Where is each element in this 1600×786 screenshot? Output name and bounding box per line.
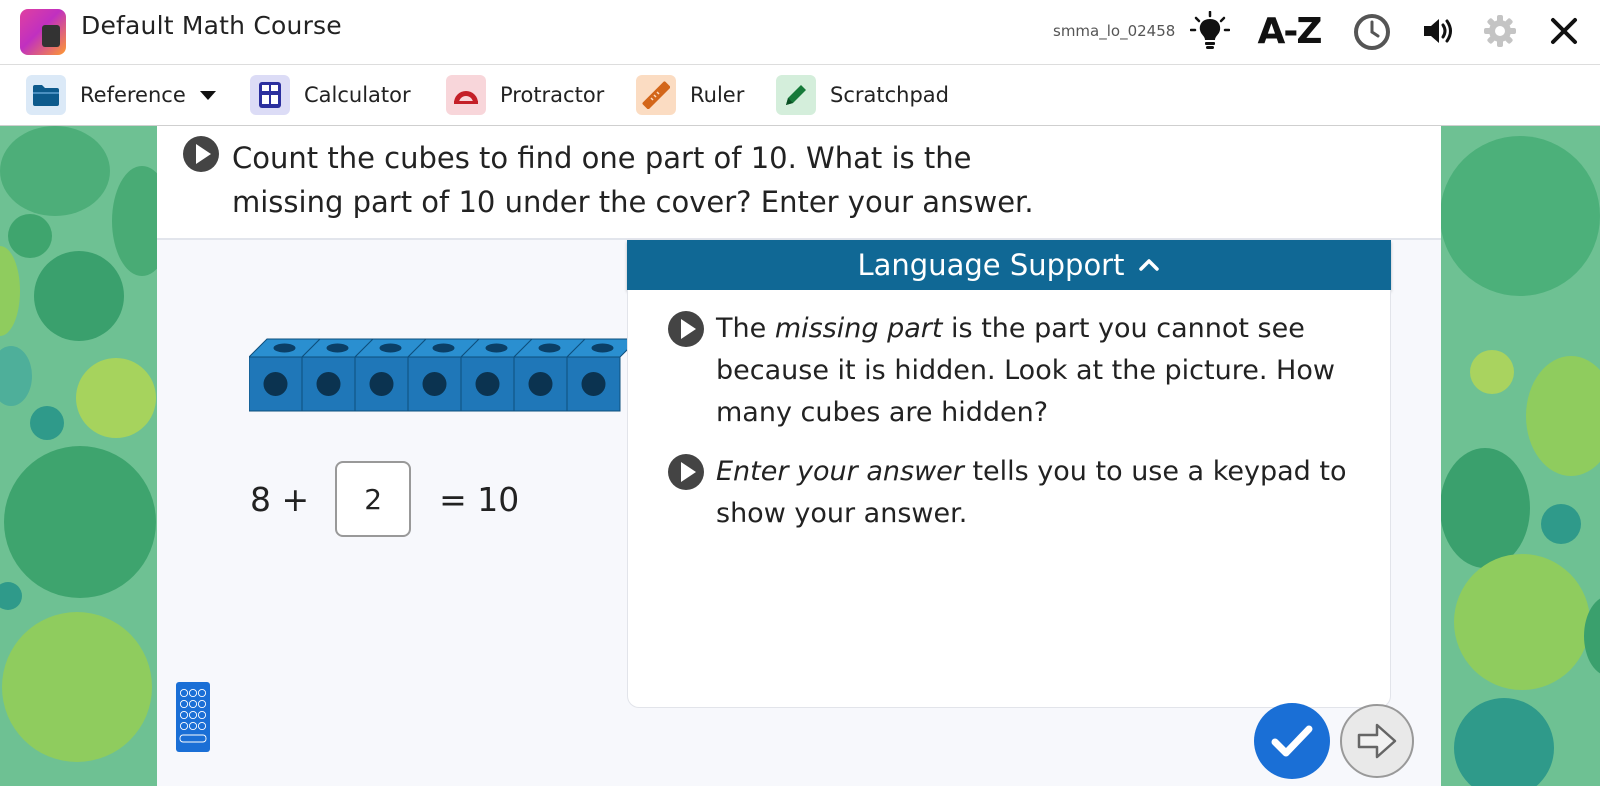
cube-peg (475, 372, 500, 396)
cube-train (249, 338, 629, 412)
scratchpad-label: Scratchpad (830, 83, 949, 107)
a-z-icon[interactable]: A-Z (1254, 8, 1324, 54)
tools-toolbar: Reference Calculator Protractor Ruler Sc… (0, 65, 1600, 126)
gear-icon[interactable] (1478, 8, 1522, 54)
lesson-code: smma_lo_02458 (1053, 22, 1176, 40)
course-title: Default Math Course (81, 11, 342, 40)
play-audio-icon[interactable] (183, 136, 219, 172)
language-support-item-1: The missing part is the part you cannot … (716, 308, 1356, 434)
check-answer-button[interactable] (1254, 703, 1330, 779)
question-panel: Count the cubes to find one part of 10. … (157, 126, 1441, 786)
keypad-icon[interactable] (176, 682, 210, 752)
cube-peg (422, 372, 447, 396)
cube-top-hole (485, 343, 508, 353)
arrow-right-icon (1357, 723, 1397, 759)
checkmark-icon (1271, 725, 1313, 757)
cube-peg (316, 372, 341, 396)
cube-peg (528, 372, 553, 396)
play-audio-icon[interactable] (668, 454, 704, 490)
top-bar: Default Math Course smma_lo_02458 A-Z (0, 0, 1600, 65)
ls-item1-pre: The (716, 313, 775, 344)
close-icon[interactable] (1542, 8, 1586, 54)
equation-left: 8 + (250, 479, 310, 519)
language-support-item-2: Enter your answer tells you to use a key… (716, 451, 1356, 535)
question-text: Count the cubes to find one part of 10. … (232, 136, 1052, 224)
next-button[interactable] (1340, 704, 1414, 778)
protractor-icon (446, 75, 486, 115)
cube-top-hole (591, 343, 614, 353)
lightbulb-icon[interactable] (1188, 8, 1232, 54)
play-audio-icon[interactable] (668, 311, 704, 347)
timer-icon[interactable] (1350, 8, 1394, 54)
ruler-tool[interactable]: Ruler (636, 74, 744, 116)
protractor-label: Protractor (500, 83, 605, 107)
ls-item1-term: missing part (774, 313, 943, 344)
folder-icon (26, 75, 66, 115)
cube-top-hole (538, 343, 561, 353)
answer-input[interactable]: 2 (335, 461, 412, 537)
question-header: Count the cubes to find one part of 10. … (157, 126, 1441, 240)
equation: 8 + 2 = 10 (250, 461, 520, 537)
calculator-label: Calculator (304, 83, 411, 107)
chevron-up-icon (1139, 259, 1160, 271)
chevron-down-icon (199, 90, 216, 100)
reference-menu[interactable]: Reference (26, 74, 216, 116)
calculator-icon (250, 75, 290, 115)
language-support-toggle[interactable]: Language Support (627, 240, 1391, 290)
language-support-title: Language Support (857, 248, 1125, 282)
cube-peg (581, 372, 606, 396)
scratchpad-tool[interactable]: Scratchpad (776, 74, 949, 116)
cube-top-hole (326, 343, 349, 353)
cube-top-hole (273, 343, 296, 353)
ls-item2-term: Enter your answer (716, 456, 964, 487)
ruler-label: Ruler (690, 83, 745, 107)
calculator-tool[interactable]: Calculator (250, 74, 411, 116)
protractor-tool[interactable]: Protractor (446, 74, 604, 116)
pencil-icon (776, 75, 816, 115)
cube-top-hole (432, 343, 455, 353)
question-line-1: Count the cubes to find one part of 10. … (232, 141, 972, 175)
cube-top-hole (379, 343, 402, 353)
equation-right: = 10 (439, 479, 520, 519)
cube-peg (263, 372, 288, 396)
cube-peg (369, 372, 394, 396)
volume-icon[interactable] (1416, 8, 1460, 54)
language-support-panel: The missing part is the part you cannot … (627, 290, 1391, 708)
reference-label: Reference (80, 83, 186, 107)
question-line-2: missing part of 10 under the cover? Ente… (232, 185, 1034, 219)
course-logo (20, 9, 66, 55)
ruler-icon (636, 75, 676, 115)
